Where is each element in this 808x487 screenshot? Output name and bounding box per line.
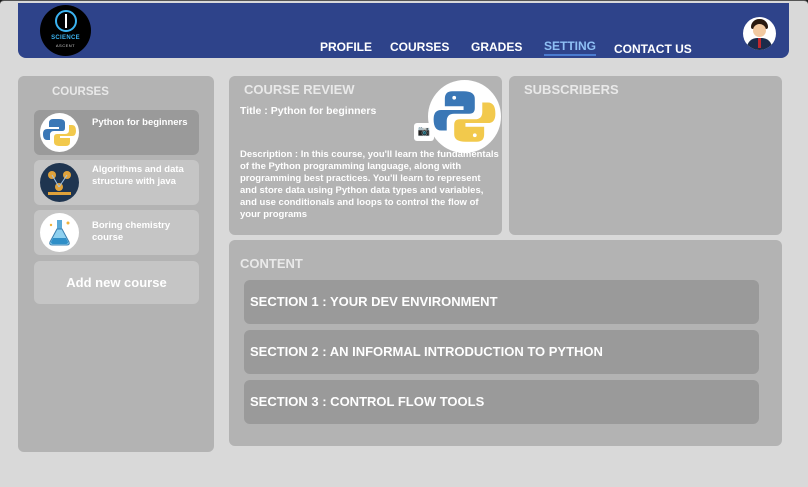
top-navigation-bar: SCIENCE ASCENT PROFILE COURSES GRADES SE… bbox=[18, 3, 789, 58]
course-label: Python for beginners bbox=[92, 117, 188, 128]
app-window: SCIENCE ASCENT PROFILE COURSES GRADES SE… bbox=[0, 0, 808, 487]
content-panel: CONTENT SECTION 1 : YOUR DEV ENVIRONMENT… bbox=[229, 240, 782, 446]
brain-logo-icon bbox=[55, 10, 77, 32]
course-label: Algorithms and data structure with java bbox=[92, 164, 184, 187]
content-title: CONTENT bbox=[240, 256, 303, 271]
section-3[interactable]: SECTION 3 : CONTROL FLOW TOOLS bbox=[244, 380, 759, 424]
courses-sidebar: COURSES Python for beginners Algorithms … bbox=[18, 76, 214, 452]
nav-setting[interactable]: SETTING bbox=[544, 39, 597, 56]
course-image bbox=[428, 80, 501, 153]
course-description: Description : In this course, you'll lea… bbox=[240, 149, 499, 220]
subscribers-title: SUBSCRIBERS bbox=[524, 82, 619, 97]
python-logo-icon bbox=[433, 91, 496, 142]
nav-profile[interactable]: PROFILE bbox=[320, 40, 372, 54]
course-label: Boring chemistry course bbox=[92, 220, 171, 243]
science-ascent-logo[interactable]: SCIENCE ASCENT bbox=[40, 5, 91, 56]
sidebar-title: COURSES bbox=[52, 86, 109, 98]
add-new-course-button[interactable]: Add new course bbox=[34, 261, 199, 304]
user-avatar-icon[interactable] bbox=[743, 17, 776, 50]
section-2[interactable]: SECTION 2 : AN INFORMAL INTRODUCTION TO … bbox=[244, 330, 759, 374]
python-logo-icon bbox=[40, 113, 79, 152]
subscribers-panel: SUBSCRIBERS bbox=[509, 76, 782, 235]
nav-grades[interactable]: GRADES bbox=[471, 40, 522, 54]
section-1[interactable]: SECTION 1 : YOUR DEV ENVIRONMENT bbox=[244, 280, 759, 324]
avatar-face bbox=[753, 24, 766, 37]
course-title-text: Title : Python for beginners bbox=[240, 105, 377, 117]
chemistry-flask-icon bbox=[40, 213, 79, 252]
algorithms-thumbnail-icon bbox=[40, 163, 79, 202]
course-review-title: COURSE REVIEW bbox=[244, 82, 355, 97]
course-item-chemistry[interactable]: Boring chemistry course bbox=[34, 210, 199, 255]
avatar-tie bbox=[758, 38, 761, 48]
course-item-python[interactable]: Python for beginners bbox=[34, 110, 199, 155]
course-review-panel: COURSE REVIEW Title : Python for beginne… bbox=[229, 76, 502, 235]
course-item-algorithms[interactable]: Algorithms and data structure with java bbox=[34, 160, 199, 205]
logo-subtitle: ASCENT bbox=[55, 43, 76, 48]
logo-word: SCIENCE bbox=[51, 35, 80, 41]
nav-contact-us[interactable]: CONTACT US bbox=[614, 42, 692, 56]
nav-courses[interactable]: COURSES bbox=[390, 40, 449, 54]
camera-icon[interactable]: 📷 bbox=[414, 123, 434, 141]
